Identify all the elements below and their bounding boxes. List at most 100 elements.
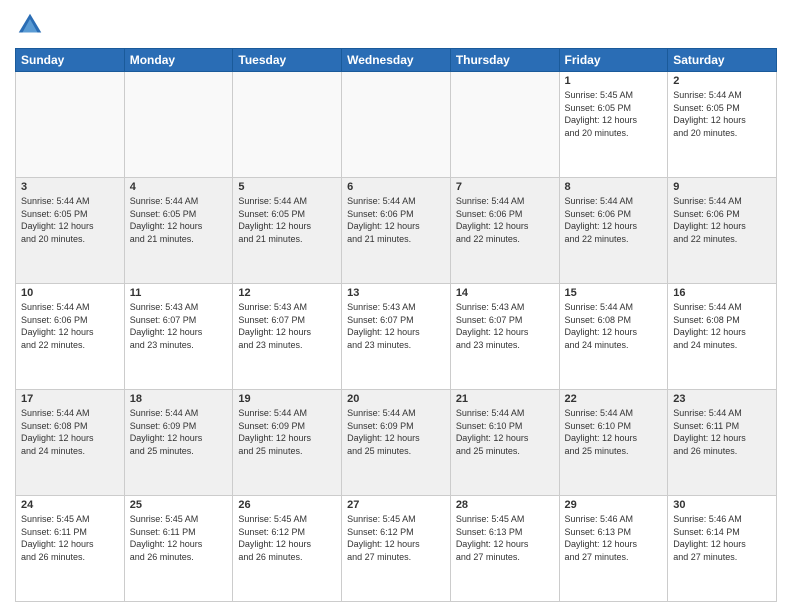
calendar-cell: 13 Sunrise: 5:43 AM Sunset: 6:07 PM Dayli… [342, 284, 451, 390]
calendar-cell: 21 Sunrise: 5:44 AM Sunset: 6:10 PM Dayli… [450, 390, 559, 496]
day-info: Sunrise: 5:44 AM Sunset: 6:05 PM Dayligh… [130, 195, 228, 245]
day-number: 30 [673, 499, 771, 511]
day-info: Sunrise: 5:44 AM Sunset: 6:09 PM Dayligh… [238, 407, 336, 457]
day-number: 9 [673, 181, 771, 193]
day-number: 25 [130, 499, 228, 511]
day-info: Sunrise: 5:44 AM Sunset: 6:05 PM Dayligh… [673, 89, 771, 139]
day-info: Sunrise: 5:45 AM Sunset: 6:11 PM Dayligh… [130, 513, 228, 563]
calendar-header-thursday: Thursday [450, 49, 559, 72]
day-number: 4 [130, 181, 228, 193]
calendar-cell: 25 Sunrise: 5:45 AM Sunset: 6:11 PM Dayli… [124, 496, 233, 602]
calendar-cell [16, 72, 125, 178]
calendar-cell: 17 Sunrise: 5:44 AM Sunset: 6:08 PM Dayli… [16, 390, 125, 496]
day-number: 3 [21, 181, 119, 193]
week-row-3: 10Sunrise: 5:44 AM Sunset: 6:06 PM Dayli… [16, 284, 777, 390]
logo [15, 10, 51, 40]
calendar-cell: 29Sunrise: 5:46 AM Sunset: 6:13 PM Dayli… [559, 496, 668, 602]
calendar-cell: 20 Sunrise: 5:44 AM Sunset: 6:09 PM Dayli… [342, 390, 451, 496]
day-number: 23 [673, 393, 771, 405]
day-info: Sunrise: 5:44 AM Sunset: 6:06 PM Dayligh… [456, 195, 554, 245]
calendar-cell: 28 Sunrise: 5:45 AM Sunset: 6:13 PM Dayli… [450, 496, 559, 602]
calendar-header-wednesday: Wednesday [342, 49, 451, 72]
calendar-cell: 2 Sunrise: 5:44 AM Sunset: 6:05 PM Daylig… [668, 72, 777, 178]
calendar-header-tuesday: Tuesday [233, 49, 342, 72]
calendar-cell: 4 Sunrise: 5:44 AM Sunset: 6:05 PM Daylig… [124, 178, 233, 284]
calendar-cell: 26 Sunrise: 5:45 AM Sunset: 6:12 PM Dayli… [233, 496, 342, 602]
day-info: Sunrise: 5:45 AM Sunset: 6:12 PM Dayligh… [347, 513, 445, 563]
calendar-cell [233, 72, 342, 178]
day-number: 18 [130, 393, 228, 405]
day-number: 28 [456, 499, 554, 511]
day-number: 1 [565, 75, 663, 87]
day-number: 6 [347, 181, 445, 193]
calendar-cell: 19 Sunrise: 5:44 AM Sunset: 6:09 PM Dayli… [233, 390, 342, 496]
header [15, 10, 777, 40]
logo-icon [15, 10, 45, 40]
calendar-cell: 12 Sunrise: 5:43 AM Sunset: 6:07 PM Dayli… [233, 284, 342, 390]
day-number: 22 [565, 393, 663, 405]
day-info: Sunrise: 5:44 AM Sunset: 6:06 PM Dayligh… [565, 195, 663, 245]
day-number: 20 [347, 393, 445, 405]
day-info: Sunrise: 5:44 AM Sunset: 6:10 PM Dayligh… [565, 407, 663, 457]
calendar-cell [124, 72, 233, 178]
day-number: 12 [238, 287, 336, 299]
day-info: Sunrise: 5:44 AM Sunset: 6:09 PM Dayligh… [130, 407, 228, 457]
day-number: 13 [347, 287, 445, 299]
calendar-cell [450, 72, 559, 178]
calendar-cell: 16Sunrise: 5:44 AM Sunset: 6:08 PM Dayli… [668, 284, 777, 390]
day-number: 24 [21, 499, 119, 511]
day-number: 17 [21, 393, 119, 405]
day-number: 5 [238, 181, 336, 193]
day-number: 11 [130, 287, 228, 299]
day-info: Sunrise: 5:44 AM Sunset: 6:09 PM Dayligh… [347, 407, 445, 457]
calendar-header-monday: Monday [124, 49, 233, 72]
calendar-cell: 15Sunrise: 5:44 AM Sunset: 6:08 PM Dayli… [559, 284, 668, 390]
day-info: Sunrise: 5:44 AM Sunset: 6:08 PM Dayligh… [21, 407, 119, 457]
day-info: Sunrise: 5:44 AM Sunset: 6:10 PM Dayligh… [456, 407, 554, 457]
day-number: 15 [565, 287, 663, 299]
day-number: 16 [673, 287, 771, 299]
day-number: 21 [456, 393, 554, 405]
calendar-table: SundayMondayTuesdayWednesdayThursdayFrid… [15, 48, 777, 602]
calendar-cell: 7 Sunrise: 5:44 AM Sunset: 6:06 PM Daylig… [450, 178, 559, 284]
day-info: Sunrise: 5:45 AM Sunset: 6:12 PM Dayligh… [238, 513, 336, 563]
day-number: 14 [456, 287, 554, 299]
calendar-cell: 10Sunrise: 5:44 AM Sunset: 6:06 PM Dayli… [16, 284, 125, 390]
day-number: 27 [347, 499, 445, 511]
day-info: Sunrise: 5:44 AM Sunset: 6:11 PM Dayligh… [673, 407, 771, 457]
week-row-1: 1 Sunrise: 5:45 AM Sunset: 6:05 PM Daylig… [16, 72, 777, 178]
calendar-cell: 8Sunrise: 5:44 AM Sunset: 6:06 PM Daylig… [559, 178, 668, 284]
day-info: Sunrise: 5:45 AM Sunset: 6:13 PM Dayligh… [456, 513, 554, 563]
day-number: 2 [673, 75, 771, 87]
day-number: 26 [238, 499, 336, 511]
day-info: Sunrise: 5:44 AM Sunset: 6:05 PM Dayligh… [238, 195, 336, 245]
calendar-cell: 5 Sunrise: 5:44 AM Sunset: 6:05 PM Daylig… [233, 178, 342, 284]
day-number: 29 [565, 499, 663, 511]
calendar-header-friday: Friday [559, 49, 668, 72]
day-info: Sunrise: 5:44 AM Sunset: 6:06 PM Dayligh… [347, 195, 445, 245]
calendar-cell [342, 72, 451, 178]
day-info: Sunrise: 5:43 AM Sunset: 6:07 PM Dayligh… [130, 301, 228, 351]
day-info: Sunrise: 5:43 AM Sunset: 6:07 PM Dayligh… [347, 301, 445, 351]
calendar-cell: 14 Sunrise: 5:43 AM Sunset: 6:07 PM Dayli… [450, 284, 559, 390]
calendar-header-saturday: Saturday [668, 49, 777, 72]
day-info: Sunrise: 5:43 AM Sunset: 6:07 PM Dayligh… [238, 301, 336, 351]
day-info: Sunrise: 5:44 AM Sunset: 6:05 PM Dayligh… [21, 195, 119, 245]
calendar-cell: 30 Sunrise: 5:46 AM Sunset: 6:14 PM Dayli… [668, 496, 777, 602]
calendar-cell: 24 Sunrise: 5:45 AM Sunset: 6:11 PM Dayli… [16, 496, 125, 602]
calendar-cell: 11 Sunrise: 5:43 AM Sunset: 6:07 PM Dayli… [124, 284, 233, 390]
day-info: Sunrise: 5:43 AM Sunset: 6:07 PM Dayligh… [456, 301, 554, 351]
day-info: Sunrise: 5:46 AM Sunset: 6:14 PM Dayligh… [673, 513, 771, 563]
calendar-header-sunday: Sunday [16, 49, 125, 72]
day-number: 10 [21, 287, 119, 299]
day-number: 7 [456, 181, 554, 193]
day-info: Sunrise: 5:45 AM Sunset: 6:05 PM Dayligh… [565, 89, 663, 139]
calendar-cell: 22 Sunrise: 5:44 AM Sunset: 6:10 PM Dayli… [559, 390, 668, 496]
day-number: 19 [238, 393, 336, 405]
calendar-cell: 27 Sunrise: 5:45 AM Sunset: 6:12 PM Dayli… [342, 496, 451, 602]
week-row-5: 24 Sunrise: 5:45 AM Sunset: 6:11 PM Dayli… [16, 496, 777, 602]
week-row-4: 17 Sunrise: 5:44 AM Sunset: 6:08 PM Dayli… [16, 390, 777, 496]
page: SundayMondayTuesdayWednesdayThursdayFrid… [0, 0, 792, 612]
day-info: Sunrise: 5:45 AM Sunset: 6:11 PM Dayligh… [21, 513, 119, 563]
calendar-cell: 9Sunrise: 5:44 AM Sunset: 6:06 PM Daylig… [668, 178, 777, 284]
